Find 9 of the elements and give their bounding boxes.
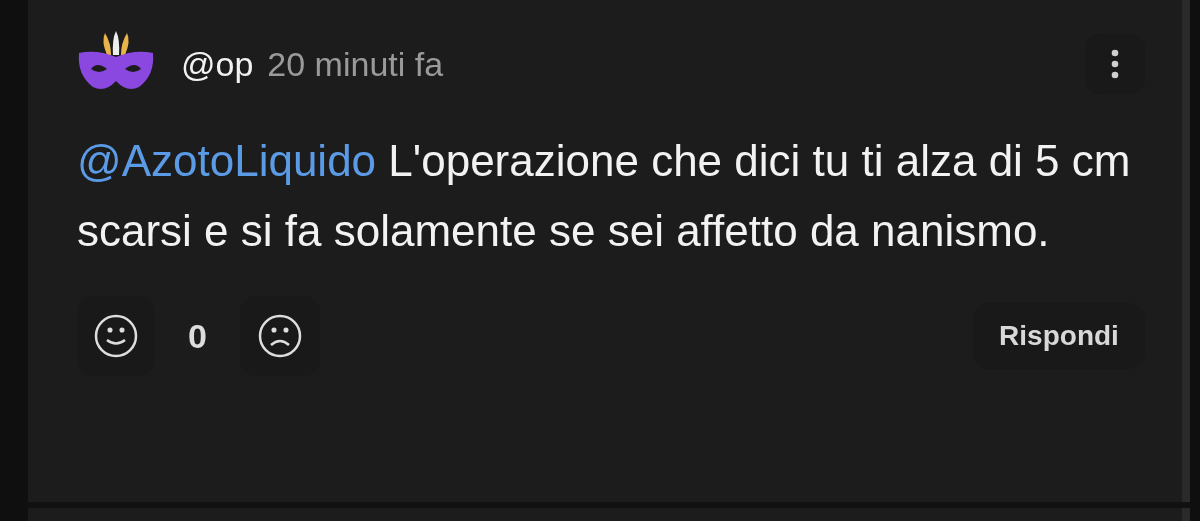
smiley-face-icon bbox=[94, 314, 138, 358]
user-mention-link[interactable]: @AzotoLiquido bbox=[77, 136, 377, 185]
timestamp: 20 minuti fa bbox=[267, 43, 444, 85]
vote-count: 0 bbox=[188, 315, 207, 357]
comment-text: @AzotoLiquido L'operazione che dici tu ti alza di 5 cm scarsi e si fa solamente se sei affetto da nanismo. bbox=[77, 135, 1132, 257]
kebab-menu-icon bbox=[1111, 49, 1119, 79]
sad-face-icon bbox=[257, 314, 302, 358]
reply-button[interactable]: Rispondi bbox=[973, 303, 1145, 369]
author-name[interactable]: @op bbox=[181, 38, 254, 90]
